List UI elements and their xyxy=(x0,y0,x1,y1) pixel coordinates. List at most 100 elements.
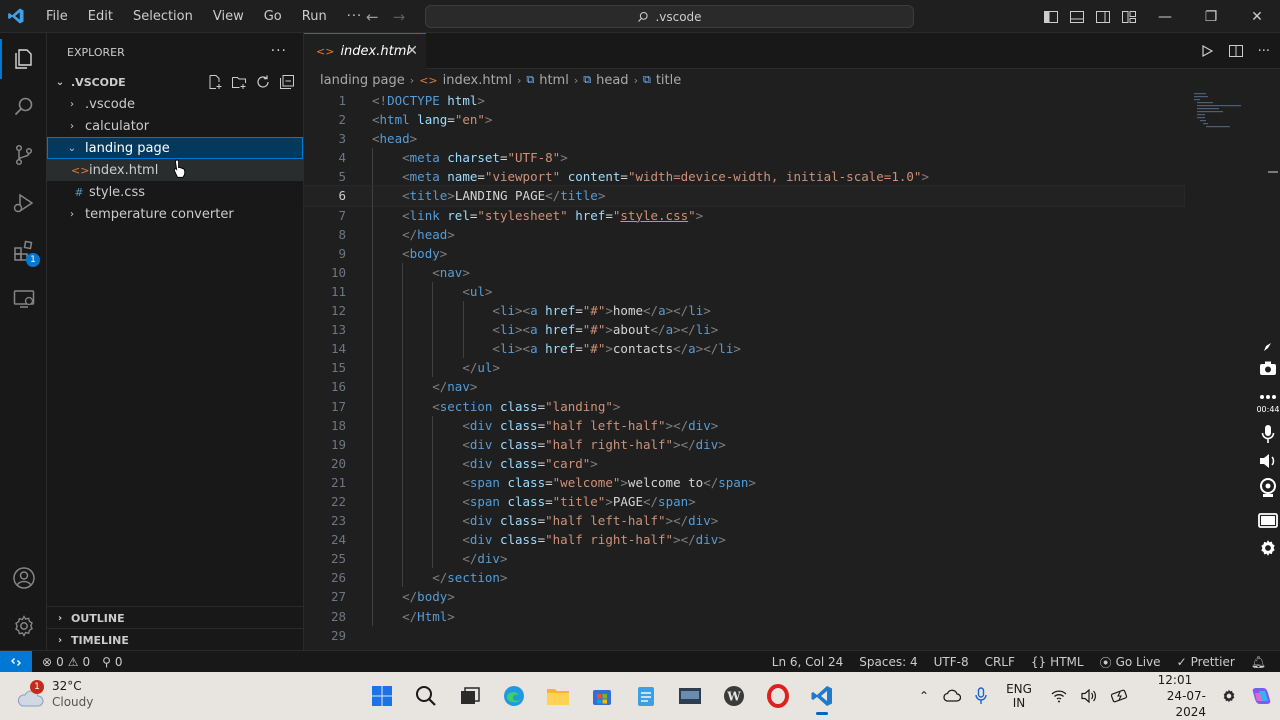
tab-index-html[interactable]: <> index.html ✕ xyxy=(304,33,426,69)
code-line[interactable]: 29 xyxy=(304,626,1184,645)
volume-icon[interactable] xyxy=(1074,689,1104,703)
microsoft-store-icon[interactable] xyxy=(584,676,620,716)
tree-item-index-html[interactable]: <> index.html xyxy=(47,159,303,181)
menu-edit[interactable]: Edit xyxy=(78,0,123,33)
prettier-status[interactable]: ✓ Prettier xyxy=(1167,655,1241,669)
microphone-icon[interactable] xyxy=(1257,423,1279,445)
new-file-icon[interactable] xyxy=(207,74,223,90)
search-view-icon[interactable] xyxy=(0,83,47,131)
vscode-taskbar-icon[interactable] xyxy=(804,676,840,716)
code-line[interactable]: 3 <head> xyxy=(304,129,1184,148)
start-button[interactable] xyxy=(364,676,400,716)
weather-widget[interactable]: 1 32°C Cloudy xyxy=(16,678,93,710)
code-line[interactable]: 24 <div class="half right-half"></div> xyxy=(304,530,1184,550)
menu-run[interactable]: Run xyxy=(292,0,337,33)
toggle-primary-sidebar-icon[interactable] xyxy=(1043,9,1059,25)
wifi-icon[interactable] xyxy=(1044,689,1074,703)
close-window-icon[interactable]: ✕ xyxy=(1234,0,1280,33)
toggle-secondary-sidebar-icon[interactable] xyxy=(1095,9,1111,25)
speaker-icon[interactable] xyxy=(1257,450,1279,472)
remote-explorer-icon[interactable] xyxy=(0,275,47,323)
go-live-button[interactable]: ⦿ Go Live xyxy=(1090,654,1167,671)
input-language[interactable]: ENG IN xyxy=(994,682,1044,710)
accounts-icon[interactable] xyxy=(0,554,47,602)
code-line[interactable]: 15 </ul> xyxy=(304,358,1184,378)
indentation[interactable]: Spaces: 4 xyxy=(849,655,923,669)
forward-arrow-icon[interactable]: → xyxy=(393,8,406,26)
recorder-settings-icon[interactable] xyxy=(1257,537,1279,559)
refresh-icon[interactable] xyxy=(255,74,271,90)
cloud-sync-icon[interactable] xyxy=(936,689,968,703)
code-line[interactable]: 19 <div class="half right-half"></div> xyxy=(304,434,1184,454)
tree-item-style-css[interactable]: # style.css xyxy=(47,181,303,203)
code-line[interactable]: 6 <title>LANDING PAGE</title> xyxy=(303,185,1185,207)
code-line[interactable]: 16 </nav> xyxy=(304,377,1184,397)
focus-assist-icon[interactable] xyxy=(1214,688,1244,704)
chevron-up-icon[interactable]: ⌃ xyxy=(912,689,936,703)
explorer-more-actions[interactable]: ··· xyxy=(271,43,287,59)
tree-item-landing-page[interactable]: ⌄ landing page xyxy=(47,137,303,159)
run-debug-icon[interactable] xyxy=(0,179,47,227)
cursor-position[interactable]: Ln 6, Col 24 xyxy=(766,655,850,669)
ports-indicator[interactable]: ⚲ 0 xyxy=(96,655,128,669)
wordpress-icon[interactable]: W xyxy=(716,676,752,716)
opera-browser-icon[interactable] xyxy=(760,676,796,716)
code-line[interactable]: 1 <!DOCTYPE html> xyxy=(304,91,1184,110)
breadcrumb-html[interactable]: html xyxy=(539,73,569,88)
code-line[interactable]: 28 </Html> xyxy=(304,606,1184,626)
end-of-line[interactable]: CRLF xyxy=(975,655,1021,669)
notifications-bell-icon[interactable]: 🔔︎ xyxy=(1241,655,1272,669)
code-line[interactable]: 20 <div class="card"> xyxy=(304,453,1184,473)
breadcrumb-title[interactable]: title xyxy=(656,73,681,88)
command-center-search[interactable]: .vscode xyxy=(425,5,914,28)
code-editor[interactable]: 1 <!DOCTYPE html> 2 <html lang="en"> 3 <head>… xyxy=(303,91,1185,645)
webcam-icon[interactable] xyxy=(1257,477,1279,499)
microphone-tray-icon[interactable] xyxy=(968,687,994,705)
camera-icon[interactable] xyxy=(1257,357,1279,379)
run-file-icon[interactable] xyxy=(1200,44,1214,58)
code-line[interactable]: 21 <span class="welcome">welcome to</spa… xyxy=(304,472,1184,492)
problems-indicator[interactable]: ⊗ 0 ⚠ 0 xyxy=(32,655,96,669)
code-line[interactable]: 22 <span class="title">PAGE</span> xyxy=(304,491,1184,512)
explorer-icon[interactable] xyxy=(0,35,47,83)
tree-item-calculator[interactable]: › calculator xyxy=(47,115,303,137)
workspace-root[interactable]: ⌄ .VSCODE xyxy=(47,71,303,93)
mysql-app-icon[interactable] xyxy=(672,676,708,716)
menu-file[interactable]: File xyxy=(36,0,78,33)
code-line[interactable]: 8 </head> xyxy=(304,224,1184,244)
breadcrumb-folder[interactable]: landing page xyxy=(320,73,405,88)
tree-item-vscode[interactable]: › .vscode xyxy=(47,93,303,115)
code-line[interactable]: 26 </section> xyxy=(304,568,1184,588)
settings-gear-icon[interactable] xyxy=(0,602,47,650)
copilot-icon[interactable] xyxy=(1244,685,1280,707)
outline-section[interactable]: › OUTLINE xyxy=(47,606,303,629)
pen-icon[interactable] xyxy=(1257,340,1279,354)
code-line[interactable]: 7 <link rel="stylesheet" href="style.css… xyxy=(304,205,1184,225)
code-line[interactable]: 4 <meta charset="UTF-8"> xyxy=(304,148,1184,168)
minimap[interactable] xyxy=(1194,91,1254,131)
code-line[interactable]: 14 <li><a href="#">contacts</a></li> xyxy=(304,339,1184,359)
battery-icon[interactable] xyxy=(1104,689,1136,703)
language-mode[interactable]: {} HTML xyxy=(1021,655,1090,669)
toggle-panel-icon[interactable] xyxy=(1069,9,1085,25)
new-folder-icon[interactable] xyxy=(231,74,247,90)
remote-indicator[interactable] xyxy=(0,650,32,673)
encoding[interactable]: UTF-8 xyxy=(924,655,975,669)
customize-layout-icon[interactable] xyxy=(1121,9,1137,25)
tree-item-temperature-converter[interactable]: › temperature converter xyxy=(47,203,303,225)
menu-go[interactable]: Go xyxy=(254,0,292,33)
code-line[interactable]: 2 <html lang="en"> xyxy=(304,110,1184,129)
editor-more-actions[interactable]: ··· xyxy=(1258,44,1270,59)
code-line[interactable]: 11 <ul> xyxy=(304,281,1184,302)
timeline-section[interactable]: › TIMELINE xyxy=(47,628,303,651)
task-view-icon[interactable] xyxy=(452,676,488,716)
file-explorer-icon[interactable] xyxy=(540,676,576,716)
menu-selection[interactable]: Selection xyxy=(123,0,203,33)
edge-browser-icon[interactable] xyxy=(496,676,532,716)
collapse-all-icon[interactable] xyxy=(279,74,295,90)
notepad-icon[interactable] xyxy=(628,676,664,716)
code-line[interactable]: 27 </body> xyxy=(304,587,1184,607)
code-line[interactable]: 23 <div class="half left-half"></div> xyxy=(304,511,1184,531)
breadcrumb-head[interactable]: head xyxy=(596,73,628,88)
code-line[interactable]: 17 <section class="landing"> xyxy=(304,396,1184,416)
